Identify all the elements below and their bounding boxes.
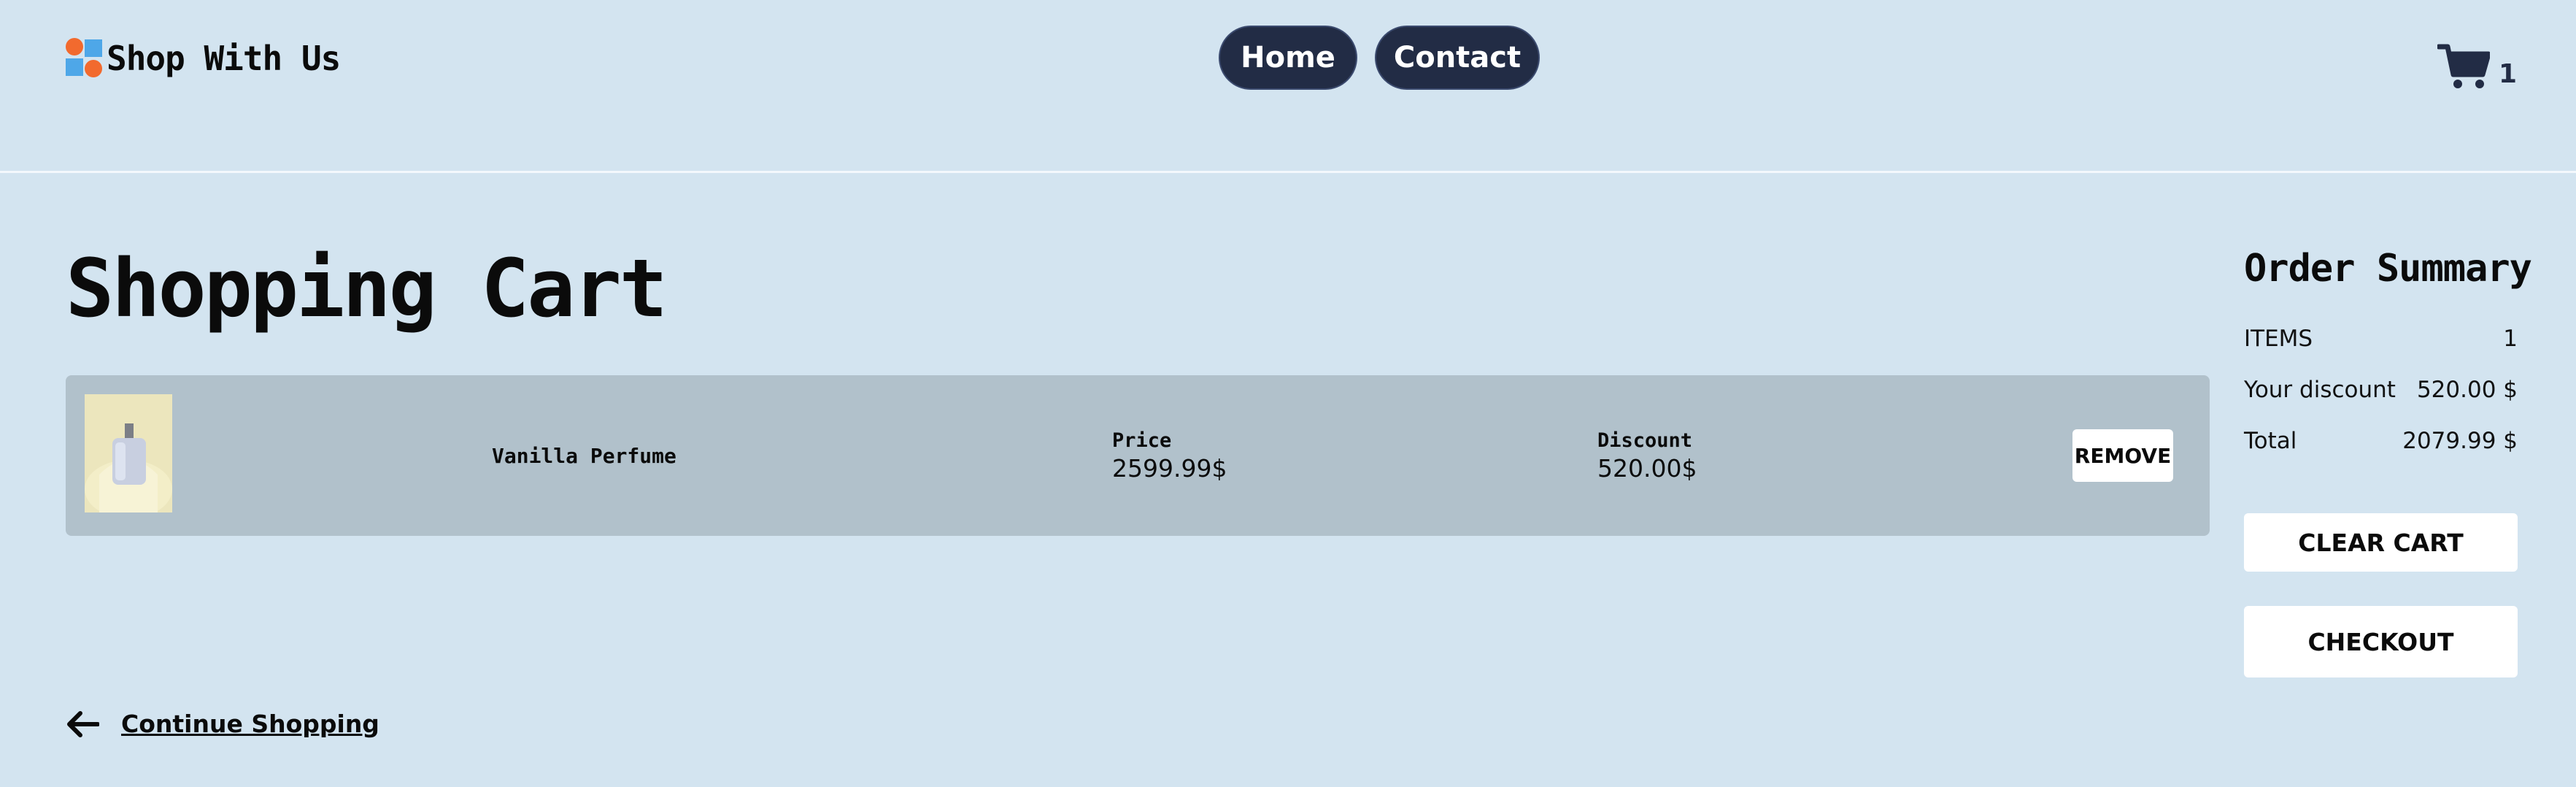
continue-shopping-label: Continue Shopping	[121, 710, 379, 738]
summary-row-discount: Your discount 520.00 $	[2244, 377, 2518, 403]
summary-value: 1	[2503, 326, 2518, 352]
page-title: Shopping Cart	[66, 242, 668, 335]
main-nav: Home Contact	[1219, 26, 1540, 90]
summary-label: Your discount	[2244, 377, 2396, 403]
clear-cart-button[interactable]: CLEAR CART	[2244, 513, 2518, 572]
remove-button[interactable]: REMOVE	[2072, 429, 2173, 482]
product-image	[85, 394, 172, 512]
summary-row-total: Total 2079.99 $	[2244, 428, 2518, 454]
discount-label: Discount	[1597, 429, 1693, 452]
order-summary-title: Order Summary	[2244, 247, 2532, 291]
logo-icon	[66, 38, 104, 79]
cart-count-badge: 1	[2499, 59, 2518, 89]
brand-logo[interactable]: Shop With Us	[66, 38, 341, 79]
item-name: Vanilla Perfume	[492, 444, 676, 468]
summary-label: ITEMS	[2244, 326, 2313, 352]
summary-label: Total	[2244, 428, 2297, 454]
nav-contact-button[interactable]: Contact	[1375, 26, 1540, 90]
continue-shopping-link[interactable]: Continue Shopping	[66, 710, 379, 738]
nav-home-button[interactable]: Home	[1219, 26, 1357, 90]
discount-value: 520.00$	[1597, 454, 1697, 483]
site-header: Shop With Us Home Contact 1	[0, 0, 2576, 173]
summary-value: 520.00 $	[2416, 377, 2518, 403]
cart-button[interactable]: 1	[2437, 42, 2517, 91]
price-value: 2599.99$	[1112, 454, 1227, 483]
price-label: Price	[1112, 429, 1172, 452]
summary-value: 2079.99 $	[2402, 428, 2518, 454]
summary-row-items: ITEMS 1	[2244, 326, 2518, 352]
cart-icon	[2437, 44, 2490, 88]
checkout-button[interactable]: CHECKOUT	[2244, 606, 2518, 677]
brand-name: Shop With Us	[107, 39, 341, 78]
arrow-left-icon	[67, 710, 99, 737]
